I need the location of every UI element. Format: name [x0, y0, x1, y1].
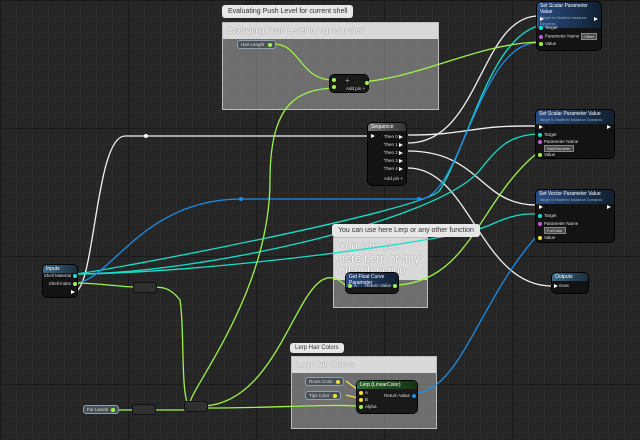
node-header: Lerp (LinearColor): [357, 381, 417, 389]
input-pin-a[interactable]: A: [359, 390, 368, 395]
value-pin[interactable]: Value: [539, 41, 556, 46]
reroute-knot: [144, 134, 148, 138]
node-title: Set Scalar Parameter Value: [540, 3, 588, 15]
comment-bubble-lerp-hair: Lerp Hair Colors: [290, 343, 344, 353]
node-header: Sequence: [368, 123, 406, 131]
lerp-linear-color-node[interactable]: Lerp (LinearColor) A B Alpha Return Valu…: [357, 381, 417, 413]
set-scalar-param-node-2[interactable]: Set Scalar Parameter Value Target is Mat…: [536, 110, 614, 158]
node-title: Inputs: [46, 266, 60, 272]
node-header: Inputs: [43, 265, 77, 273]
return-value-pin[interactable]: Return Value: [365, 283, 397, 288]
param-name-field[interactable]: FurColor: [544, 227, 566, 234]
then-0-pin[interactable]: Then 0: [384, 134, 403, 139]
exec-out-pin[interactable]: [607, 125, 611, 129]
roots-color-variable[interactable]: Roots Color: [305, 377, 345, 386]
sequence-node[interactable]: Sequence Then 0 Then 1 Then 2 Then 3 The…: [368, 123, 406, 185]
param-name-pin[interactable]: Parameter Name: [538, 139, 578, 144]
node-header: Set Scalar Parameter Value Target is Mat…: [536, 110, 614, 124]
then-1-pin[interactable]: Then 1: [384, 142, 403, 147]
input-pin-a[interactable]: A: [348, 283, 357, 288]
node-subtitle: Target is Material Instance Dynamic: [539, 117, 603, 122]
exec-in-pin[interactable]: Exec: [554, 283, 569, 288]
hair-length-variable[interactable]: Hair Length: [237, 40, 276, 49]
float-wire: [73, 282, 136, 288]
target-pin[interactable]: Target: [538, 132, 557, 137]
subtract-node[interactable]: [133, 282, 157, 293]
comment-bubble-push-level: Evaluating Push Level for current shell: [222, 5, 354, 18]
roots-color-label: Roots Color: [309, 379, 333, 384]
shell-material-pin[interactable]: Shell Material: [44, 273, 77, 278]
float-pin[interactable]: [267, 42, 272, 47]
sequence-add-pin-button[interactable]: Add pin +: [384, 176, 403, 181]
value-pin[interactable]: Value: [538, 152, 555, 157]
divide-node[interactable]: [132, 404, 156, 415]
comment-title: Evaluating Push Level for current shell: [223, 23, 438, 39]
comment-bubble-lerp-note: You can use here Lerp or any other funct…: [332, 224, 480, 237]
exec-out-pin[interactable]: [71, 290, 75, 294]
linear-color-pin[interactable]: [336, 379, 341, 384]
float-wire: [149, 286, 191, 408]
alpha-pin[interactable]: Alpha: [359, 404, 377, 409]
reroute-knot: [417, 197, 421, 201]
add-node[interactable]: + Add pin +: [330, 75, 369, 92]
node-subtitle: Target is Material Instance Dynamic: [539, 197, 603, 202]
node-title: Outputs: [555, 274, 573, 280]
exec-in-pin[interactable]: [371, 134, 375, 138]
exec-wire: [407, 125, 537, 136]
fur-levels-variable[interactable]: Fur Levels: [83, 405, 120, 414]
tips-color-label: Tips Color: [309, 393, 330, 398]
node-title: Lerp (LinearColor): [360, 382, 401, 388]
inputs-node[interactable]: Inputs Shell Material Shell Index: [43, 265, 77, 297]
output-pin[interactable]: [365, 81, 369, 85]
outputs-node[interactable]: Outputs Exec: [552, 273, 588, 293]
set-vector-param-node[interactable]: Set Vector Parameter Value Target is Mat…: [536, 190, 614, 242]
target-pin[interactable]: Target: [539, 25, 558, 30]
fur-levels-label: Fur Levels: [87, 407, 109, 412]
shell-index-pin[interactable]: Shell Index: [49, 281, 77, 286]
add-pin-button[interactable]: Add pin +: [346, 86, 365, 91]
tips-color-variable[interactable]: Tips Color: [305, 391, 341, 400]
return-value-pin[interactable]: Return Value: [384, 393, 416, 398]
comment-push-level[interactable]: Evaluating Push Level for current shell: [222, 22, 439, 110]
set-scalar-param-node-1[interactable]: Set Scalar Parameter Value Target is Mat…: [537, 2, 601, 50]
input-pin-b[interactable]: B: [359, 397, 368, 402]
value-pin[interactable]: Value: [538, 235, 555, 240]
exec-out-pin[interactable]: [607, 205, 611, 209]
param-name-field[interactable]: HairDiameter: [544, 145, 574, 152]
reroute-knot: [239, 197, 243, 201]
exec-in-pin[interactable]: [539, 125, 543, 129]
object-wire: [73, 133, 537, 275]
param-name-pin[interactable]: Parameter Name: [538, 221, 578, 226]
exec-in-pin[interactable]: [539, 205, 543, 209]
exec-wire: [407, 150, 537, 206]
float-pin[interactable]: [111, 407, 116, 412]
exec-wire: [73, 135, 370, 293]
node-header: Outputs: [552, 273, 588, 281]
linear-color-pin[interactable]: [332, 393, 337, 398]
input-pin-a[interactable]: [332, 78, 336, 82]
target-pin[interactable]: Target: [538, 213, 557, 218]
exec-in-pin[interactable]: [540, 17, 544, 21]
then-4-pin[interactable]: Then 4: [384, 166, 403, 171]
node-title: Sequence: [371, 124, 394, 130]
add-symbol: +: [345, 76, 350, 85]
param-name-pin[interactable]: Parameter Name Offset: [539, 33, 598, 40]
then-3-pin[interactable]: Then 3: [384, 158, 403, 163]
node-header: Set Vector Parameter Value Target is Mat…: [536, 190, 614, 204]
then-2-pin[interactable]: Then 2: [384, 150, 403, 155]
hair-length-label: Hair Length: [241, 42, 265, 47]
curve-param-node[interactable]: Get Float Curve Parameter A Return Value: [346, 273, 398, 293]
input-pin-b[interactable]: [332, 85, 336, 89]
object-wire: [73, 213, 537, 275]
comment-title: Lerp Hair Colors: [292, 357, 436, 373]
exec-out-pin[interactable]: [594, 17, 598, 21]
multiply-node[interactable]: [184, 401, 208, 412]
